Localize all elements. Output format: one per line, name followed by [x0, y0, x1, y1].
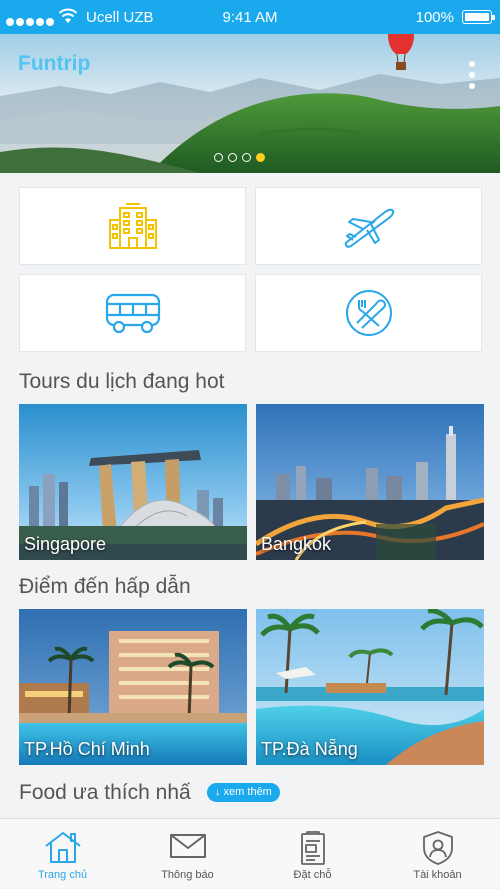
nav-item-account[interactable]: Tài khoản: [375, 819, 500, 889]
destination-label: TP.Đà Nẵng: [261, 739, 358, 759]
nav-item-home[interactable]: Trang chủ: [0, 819, 125, 889]
restaurant-icon: [345, 290, 392, 336]
bus-icon: [105, 293, 160, 334]
tour-card-bangkok[interactable]: Bangkok: [256, 404, 484, 560]
carousel-dot-active[interactable]: [256, 153, 265, 162]
carousel-dot[interactable]: [214, 153, 223, 162]
nav-label: Thông báo: [161, 869, 214, 881]
destination-card-hcm[interactable]: TP.Hồ Chí Minh: [19, 609, 247, 765]
hero-banner[interactable]: Funtrip: [0, 34, 500, 173]
carousel-dot[interactable]: [228, 153, 237, 162]
account-icon: [422, 831, 453, 865]
balloon-icon: [388, 34, 414, 70]
app-title: Funtrip: [18, 52, 91, 75]
nav-item-notifications[interactable]: Thông báo: [125, 819, 250, 889]
status-bar: Ucell UZB 9:41 AM 100%: [0, 0, 500, 34]
see-more-button[interactable]: ↓ xem thêm: [207, 783, 280, 802]
battery-percent: 100%: [415, 9, 454, 26]
food-title: Food ưa thích nhấ: [19, 781, 191, 804]
destinations-title: Điểm đến hấp dẫn: [19, 575, 191, 598]
battery-icon: [462, 10, 495, 24]
home-icon: [44, 832, 81, 863]
category-flight[interactable]: [255, 187, 482, 265]
destination-card-danang[interactable]: TP.Đà Nẵng: [256, 609, 484, 765]
carousel-dot[interactable]: [242, 153, 251, 162]
tour-label: Bangkok: [261, 534, 332, 554]
category-bus[interactable]: [19, 274, 246, 352]
nav-label: Đặt chỗ: [293, 869, 332, 881]
booking-icon: [300, 831, 325, 865]
nav-item-booking[interactable]: Đặt chỗ: [250, 819, 375, 889]
airplane-icon: [344, 208, 394, 248]
category-hotel[interactable]: [19, 187, 246, 265]
tour-card-singapore[interactable]: Singapore: [19, 404, 247, 560]
carousel-indicator: [214, 149, 270, 167]
nav-label: Trang chủ: [37, 869, 88, 881]
nav-label: Tài khoản: [413, 869, 462, 881]
bottom-nav: Trang chủ Thông báo Đặt chỗ Tài khoản: [0, 818, 500, 888]
hotel-icon: [108, 203, 157, 249]
tour-label: Singapore: [24, 534, 107, 554]
category-restaurant[interactable]: [255, 274, 482, 352]
hot-tours-title: Tours du lịch đang hot: [19, 370, 225, 393]
destination-label: TP.Hồ Chí Minh: [24, 739, 150, 759]
more-options-icon[interactable]: [468, 61, 476, 91]
mail-icon: [169, 834, 206, 858]
